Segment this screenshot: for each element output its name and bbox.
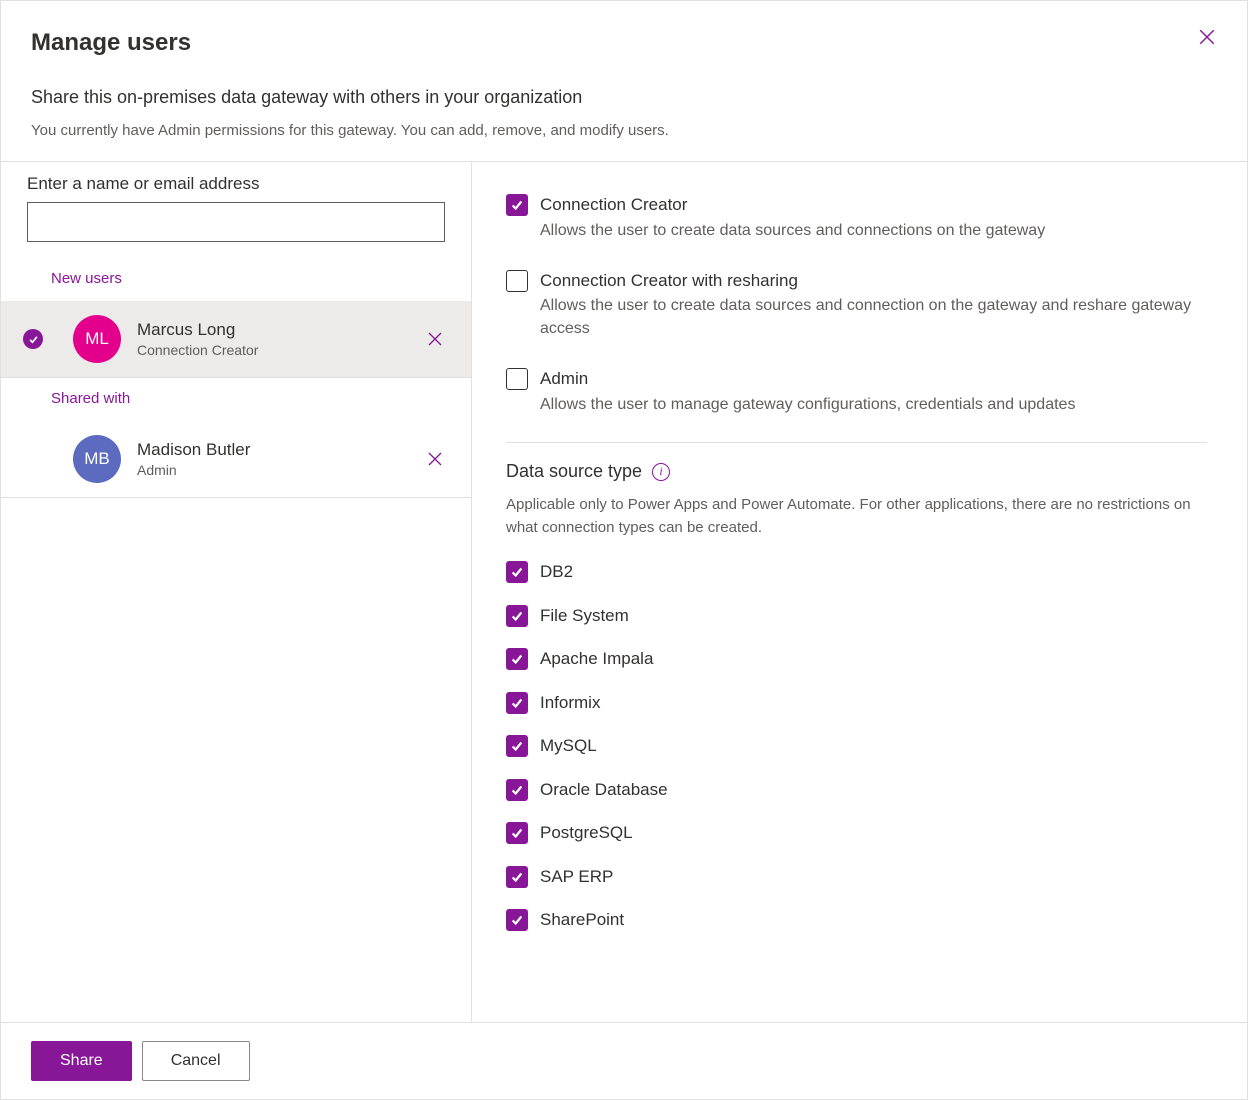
role-desc: Allows the user to create data sources a… [540, 295, 1207, 340]
users-panel: Enter a name or email address New users … [1, 162, 472, 1022]
ds-option[interactable]: File System [506, 603, 1207, 629]
ds-label: File System [540, 603, 1207, 629]
dialog-header: Manage users Share this on-premises data… [1, 1, 1247, 162]
ds-label: Oracle Database [540, 777, 1207, 803]
dialog-body: Enter a name or email address New users … [1, 162, 1247, 1022]
ds-checkbox[interactable] [506, 561, 528, 583]
user-info: Madison Butler Admin [137, 439, 421, 479]
ds-option[interactable]: Oracle Database [506, 777, 1207, 803]
avatar: ML [73, 315, 121, 363]
role-text: Connection Creator Allows the user to cr… [540, 192, 1207, 242]
ds-label: Informix [540, 690, 1207, 716]
user-name: Marcus Long [137, 319, 421, 341]
ds-option[interactable]: PostgreSQL [506, 820, 1207, 846]
dialog-title: Manage users [31, 29, 1217, 57]
new-users-label: New users [1, 258, 471, 301]
check-icon [510, 783, 524, 797]
ds-checkbox[interactable] [506, 735, 528, 757]
dialog-footer: Share Cancel [1, 1022, 1247, 1099]
ds-label: PostgreSQL [540, 820, 1207, 846]
role-title: Connection Creator [540, 192, 1207, 218]
divider [506, 442, 1207, 443]
avatar: MB [73, 435, 121, 483]
share-button[interactable]: Share [31, 1041, 132, 1081]
role-option-connection-creator-resharing[interactable]: Connection Creator with resharing Allows… [506, 268, 1207, 340]
check-icon [510, 696, 524, 710]
close-icon [427, 451, 443, 467]
ds-label: DB2 [540, 559, 1207, 585]
cancel-button[interactable]: Cancel [142, 1041, 250, 1081]
data-source-desc: Applicable only to Power Apps and Power … [506, 494, 1207, 539]
permissions-panel[interactable]: Connection Creator Allows the user to cr… [472, 162, 1247, 1022]
role-checkbox[interactable] [506, 194, 528, 216]
remove-user-button[interactable] [421, 325, 449, 353]
ds-option[interactable]: Apache Impala [506, 646, 1207, 672]
info-icon[interactable]: i [652, 463, 670, 481]
ds-checkbox[interactable] [506, 779, 528, 801]
ds-checkbox[interactable] [506, 692, 528, 714]
role-checkbox[interactable] [506, 270, 528, 292]
data-source-title: Data source type [506, 461, 642, 482]
check-icon [510, 565, 524, 579]
ds-checkbox[interactable] [506, 648, 528, 670]
role-text: Connection Creator with resharing Allows… [540, 268, 1207, 340]
data-source-list: DB2 File System Apache Impala Informix M… [506, 559, 1207, 933]
role-desc: Allows the user to manage gateway config… [540, 394, 1207, 416]
check-icon [510, 870, 524, 884]
ds-option[interactable]: MySQL [506, 733, 1207, 759]
role-option-admin[interactable]: Admin Allows the user to manage gateway … [506, 366, 1207, 416]
check-icon [510, 198, 524, 212]
user-role: Admin [137, 461, 421, 479]
user-row-shared[interactable]: MB Madison Butler Admin [1, 421, 471, 498]
check-icon [510, 913, 524, 927]
role-text: Admin Allows the user to manage gateway … [540, 366, 1207, 416]
role-title: Connection Creator with resharing [540, 268, 1207, 294]
ds-checkbox[interactable] [506, 909, 528, 931]
shared-with-label: Shared with [1, 378, 471, 421]
ds-checkbox[interactable] [506, 822, 528, 844]
role-title: Admin [540, 366, 1207, 392]
ds-option[interactable]: SAP ERP [506, 864, 1207, 890]
user-row-new[interactable]: ML Marcus Long Connection Creator [1, 301, 471, 378]
manage-users-dialog: Manage users Share this on-premises data… [0, 0, 1248, 1100]
search-section: Enter a name or email address [1, 162, 471, 258]
user-name: Madison Butler [137, 439, 421, 461]
ds-option[interactable]: Informix [506, 690, 1207, 716]
check-icon [510, 609, 524, 623]
close-icon [427, 331, 443, 347]
user-role: Connection Creator [137, 341, 421, 359]
check-icon [28, 334, 39, 345]
ds-label: MySQL [540, 733, 1207, 759]
dialog-description: You currently have Admin permissions for… [31, 122, 1217, 139]
ds-label: SAP ERP [540, 864, 1207, 890]
ds-option[interactable]: SharePoint [506, 907, 1207, 933]
remove-user-button[interactable] [421, 445, 449, 473]
close-button[interactable] [1193, 23, 1221, 51]
ds-option[interactable]: DB2 [506, 559, 1207, 585]
close-icon [1198, 28, 1216, 46]
check-icon [510, 739, 524, 753]
role-checkbox[interactable] [506, 368, 528, 390]
role-option-connection-creator[interactable]: Connection Creator Allows the user to cr… [506, 192, 1207, 242]
selected-indicator [23, 329, 43, 349]
check-icon [510, 826, 524, 840]
ds-checkbox[interactable] [506, 605, 528, 627]
data-source-header: Data source type i [506, 461, 1207, 482]
check-icon [510, 652, 524, 666]
ds-label: Apache Impala [540, 646, 1207, 672]
search-input[interactable] [27, 202, 445, 242]
ds-label: SharePoint [540, 907, 1207, 933]
search-label: Enter a name or email address [27, 174, 445, 194]
dialog-subtitle: Share this on-premises data gateway with… [31, 87, 1217, 108]
ds-checkbox[interactable] [506, 866, 528, 888]
user-info: Marcus Long Connection Creator [137, 319, 421, 359]
role-desc: Allows the user to create data sources a… [540, 220, 1207, 242]
